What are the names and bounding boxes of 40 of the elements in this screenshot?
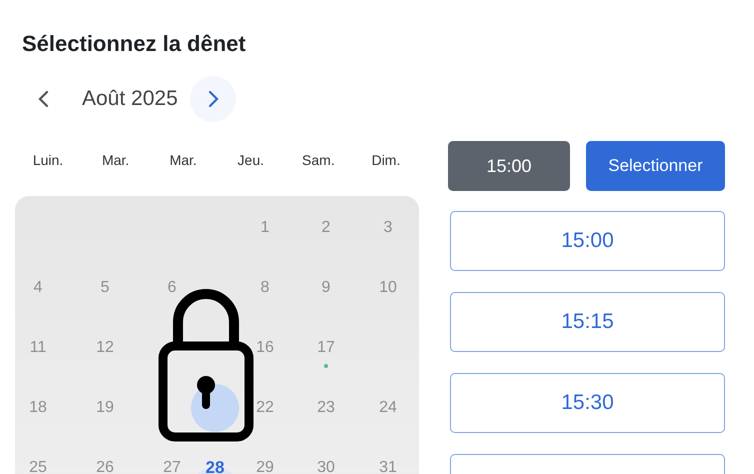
time-slot-button[interactable]: 15:15 xyxy=(450,292,725,352)
select-button[interactable]: Selectionner xyxy=(586,141,725,191)
chosen-time-display: 15:00 xyxy=(448,141,570,191)
day-number[interactable]: 16 xyxy=(256,336,274,360)
day-number[interactable]: 8 xyxy=(260,276,270,300)
page-title: Sélectionnez la dênet xyxy=(22,30,246,58)
day-number[interactable]: 10 xyxy=(379,276,397,300)
day-number[interactable]: 11 xyxy=(30,336,46,360)
day-number[interactable]: 24 xyxy=(379,396,397,420)
day-number[interactable]: 2 xyxy=(322,216,330,240)
day-number[interactable]: 30 xyxy=(317,456,335,474)
day-number[interactable]: 29 xyxy=(256,456,274,474)
weekday-label: Dim. xyxy=(370,151,402,170)
day-number[interactable]: 4 xyxy=(34,276,42,300)
day-number[interactable]: 22 xyxy=(256,396,274,420)
day-number[interactable]: 9 xyxy=(322,276,330,300)
day-number[interactable]: 6 xyxy=(168,276,176,300)
chevron-left-icon xyxy=(37,89,51,109)
time-slot-button[interactable]: 15:00 xyxy=(450,211,725,271)
day-number[interactable]: 1 xyxy=(260,216,270,240)
weekday-label: Sam. xyxy=(301,151,336,170)
day-number[interactable]: 19 xyxy=(96,396,114,420)
month-label: Août 2025 xyxy=(82,86,178,112)
next-month-button[interactable] xyxy=(190,76,236,122)
weekday-label: Jeu. xyxy=(236,151,266,170)
day-number[interactable]: 5 xyxy=(100,276,110,300)
weekday-label: Mar. xyxy=(168,151,198,170)
day-number[interactable]: 12 xyxy=(96,336,114,360)
day-number[interactable]: 31 xyxy=(379,456,397,474)
day-number[interactable]: 25 xyxy=(29,456,47,474)
weekday-label: Mar. xyxy=(100,151,130,170)
day-number[interactable]: 26 xyxy=(96,456,114,474)
day-number[interactable]: 27 xyxy=(163,456,181,474)
weekday-label: Luin. xyxy=(32,151,64,170)
day-number[interactable]: 3 xyxy=(384,216,392,240)
day-number[interactable]: 18 xyxy=(29,396,47,420)
day-number[interactable]: 28 xyxy=(206,454,224,474)
day-number[interactable]: 23 xyxy=(317,396,335,420)
day-number[interactable]: 17 xyxy=(317,336,335,360)
time-slot-button[interactable]: 15:30 xyxy=(450,373,725,433)
